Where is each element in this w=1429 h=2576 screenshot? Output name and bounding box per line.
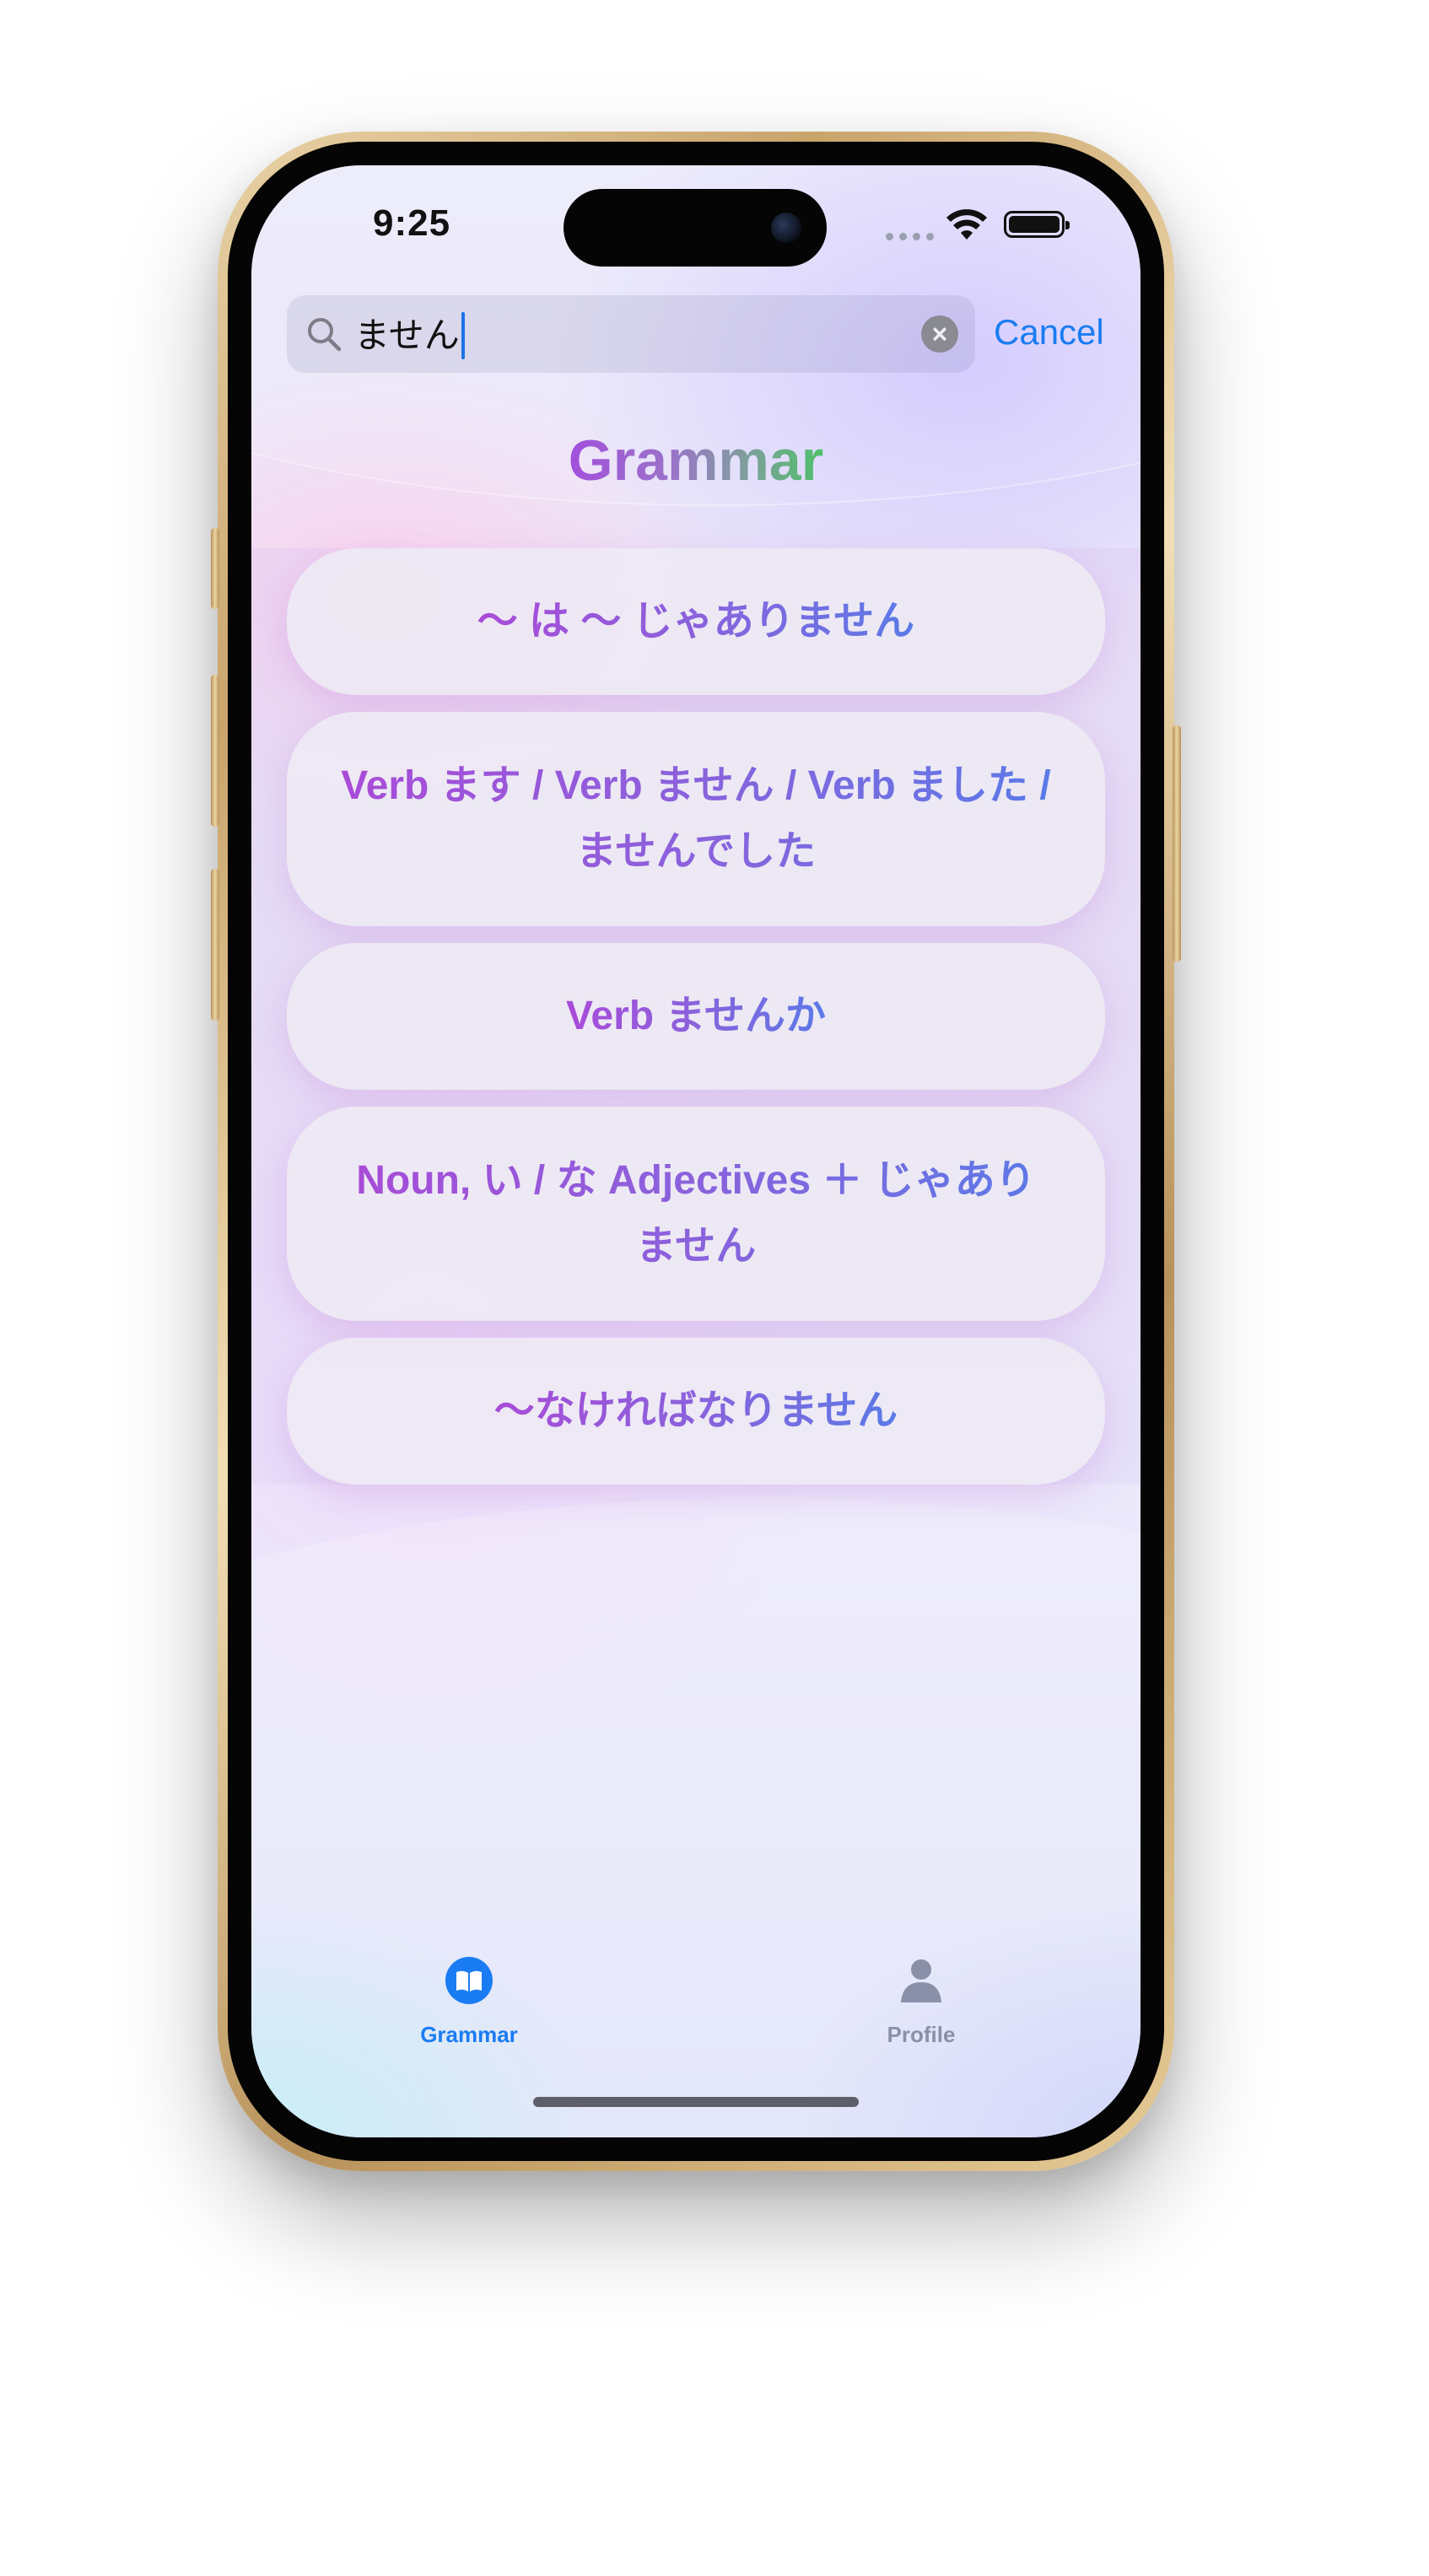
app-screen: 9:25 ません × Cancel Grammar 〜 は 〜 じゃありません bbox=[251, 165, 1141, 2137]
volume-down-button bbox=[211, 869, 219, 1021]
home-indicator[interactable] bbox=[533, 2097, 859, 2107]
cancel-button[interactable]: Cancel bbox=[994, 309, 1104, 356]
grammar-result-card[interactable]: Verb ます / Verb ません / Verb ました / ませんでした bbox=[287, 712, 1105, 926]
tab-grammar[interactable]: Grammar bbox=[385, 1954, 553, 2048]
cellular-signal-icon bbox=[886, 233, 934, 240]
search-field[interactable]: ません × bbox=[287, 295, 975, 373]
status-time: 9:25 bbox=[373, 202, 451, 244]
status-bar: 9:25 bbox=[251, 165, 1141, 267]
grammar-result-label: Noun, い / な Adjectives ＋ じゃありません bbox=[337, 1148, 1054, 1280]
grammar-result-label: Verb ます / Verb ません / Verb ました / ませんでした bbox=[337, 753, 1054, 885]
grammar-result-card[interactable]: 〜 は 〜 じゃありません bbox=[287, 548, 1105, 695]
power-button bbox=[1173, 725, 1181, 962]
grammar-result-card[interactable]: Verb ませんか bbox=[287, 943, 1105, 1090]
wifi-icon bbox=[946, 209, 987, 240]
grammar-result-card[interactable]: 〜なければなりません bbox=[287, 1338, 1105, 1485]
xmark-circle-icon[interactable]: × bbox=[921, 315, 958, 353]
grammar-result-label: 〜 は 〜 じゃありません bbox=[477, 589, 915, 655]
grammar-result-label: Verb ませんか bbox=[566, 984, 826, 1049]
grammar-result-label: 〜なければなりません bbox=[494, 1378, 898, 1444]
volume-up-button bbox=[211, 675, 219, 827]
book-icon bbox=[445, 1957, 493, 2004]
tab-profile[interactable]: Profile bbox=[837, 1954, 1006, 2048]
battery-icon bbox=[1004, 211, 1070, 238]
tab-grammar-label: Grammar bbox=[420, 2022, 518, 2047]
page-title-text: Grammar bbox=[568, 428, 824, 493]
text-caret bbox=[461, 312, 465, 359]
page-title: Grammar bbox=[251, 427, 1141, 494]
tab-profile-label: Profile bbox=[887, 2022, 956, 2047]
dynamic-island bbox=[564, 189, 827, 267]
search-query: ません bbox=[354, 315, 460, 355]
grammar-result-card[interactable]: Noun, い / な Adjectives ＋ じゃありません bbox=[287, 1107, 1105, 1321]
search-icon bbox=[308, 318, 342, 352]
search-input[interactable]: ません bbox=[354, 312, 465, 359]
action-button bbox=[211, 528, 219, 609]
person-icon bbox=[901, 1959, 941, 2002]
camera-lens-icon bbox=[771, 213, 801, 243]
